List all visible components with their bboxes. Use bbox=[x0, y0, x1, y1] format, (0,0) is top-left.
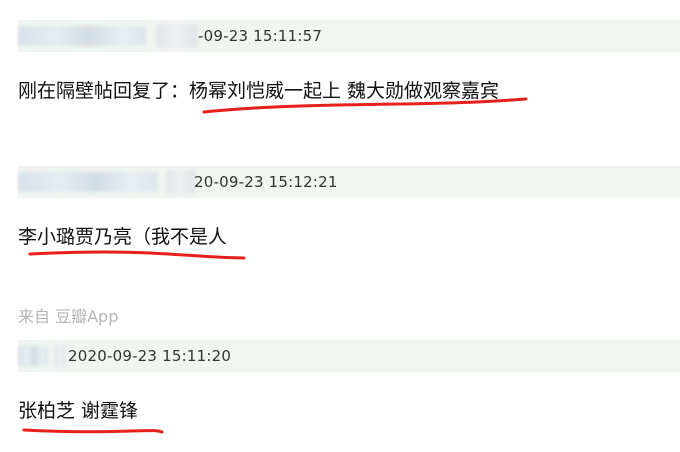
comment-timestamp: -09-23 15:11:57 bbox=[198, 27, 323, 45]
comment-text: 刚在隔壁帖回复了：杨幂刘恺威一起上 魏大勋做观察嘉宾 bbox=[18, 80, 500, 102]
redacted-username bbox=[18, 346, 48, 366]
source-label: 来自 豆瓣App bbox=[18, 307, 119, 326]
underline-mark bbox=[28, 250, 246, 260]
redacted-avatar bbox=[54, 344, 66, 368]
redacted-username bbox=[18, 172, 158, 192]
comment-text: 李小璐贾乃亮（我不是人 bbox=[18, 226, 228, 248]
redacted-username bbox=[18, 26, 146, 46]
comment-meta-bar: -09-23 15:11:57 bbox=[18, 20, 680, 52]
redacted-avatar bbox=[166, 170, 196, 194]
redacted-avatar bbox=[156, 24, 198, 48]
comment-thread: -09-23 15:11:57 刚在隔壁帖回复了：杨幂刘恺威一起上 魏大勋做观察… bbox=[0, 0, 680, 452]
underline-mark bbox=[22, 428, 164, 434]
comment-text: 张柏芝 谢霆锋 bbox=[18, 400, 139, 422]
comment-timestamp: 2020-09-23 15:11:20 bbox=[68, 347, 232, 365]
comment-meta-bar: 2020-09-23 15:11:20 bbox=[18, 340, 680, 372]
comment-meta-bar: 20-09-23 15:12:21 bbox=[18, 166, 680, 198]
comment-timestamp: 20-09-23 15:12:21 bbox=[194, 173, 338, 191]
